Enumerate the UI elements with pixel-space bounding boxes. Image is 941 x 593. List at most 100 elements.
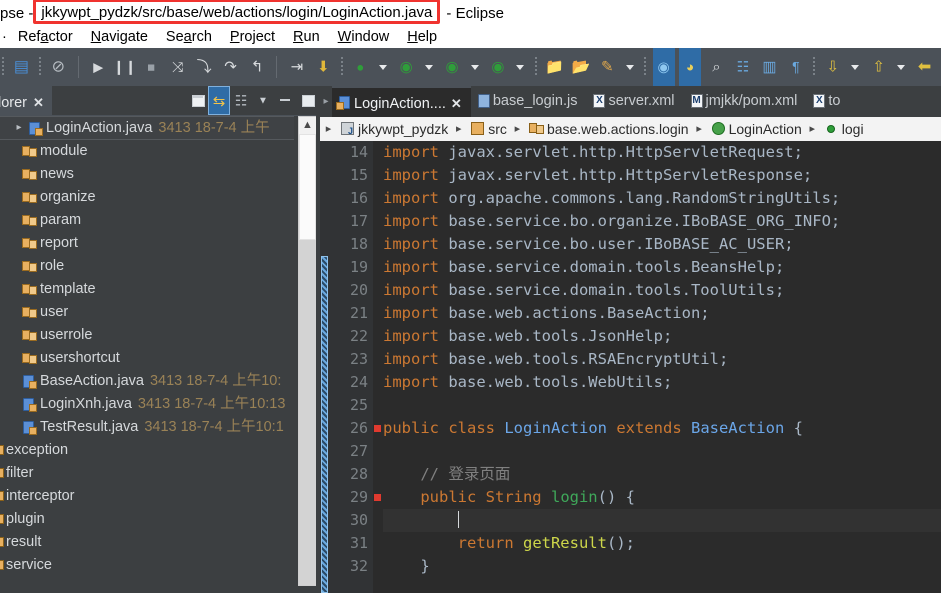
step-over-icon[interactable]: ↷ — [220, 48, 242, 86]
editor-tab[interactable]: to — [806, 86, 849, 117]
toolbar-grip[interactable] — [37, 48, 43, 86]
breadcrumb-item[interactable]: jkkywpt_pydzk — [337, 117, 450, 141]
open-type-icon[interactable]: ▥ — [758, 48, 780, 86]
breadcrumb-item[interactable]: logi — [821, 117, 866, 141]
coverage-icon[interactable]: ◉ — [487, 48, 509, 86]
maximize-button[interactable] — [296, 86, 318, 115]
code-line[interactable]: import base.service.bo.user.IBoBASE_AC_U… — [383, 233, 941, 256]
code-line[interactable]: import base.web.tools.JsonHelp; — [383, 325, 941, 348]
tree-item[interactable]: TestResult.java 3413 18-7-4 上午10:1 — [0, 416, 294, 439]
tree-item[interactable]: LoginXnh.java 3413 18-7-4 上午10:13 — [0, 393, 294, 416]
tree-item[interactable]: report — [0, 232, 294, 255]
menu-item-window[interactable]: Window — [329, 27, 399, 48]
tree-item[interactable]: filter — [0, 462, 294, 485]
minimize-button[interactable] — [274, 86, 296, 115]
code-editor[interactable]: 14 15 16 17 18 19 20 21 22 23 24 25 26 27 28 29 30 31 32 i… — [320, 141, 941, 593]
toggle-breakpoint-icon[interactable]: ⬇ — [312, 48, 334, 86]
disconnect-icon[interactable]: ⤨ — [167, 48, 189, 86]
override-marker-icon[interactable] — [374, 494, 381, 501]
folding-bar[interactable] — [320, 141, 329, 593]
toolbar-grip[interactable] — [339, 48, 345, 86]
chevron-down-icon[interactable] — [422, 48, 437, 86]
editor-tab[interactable]: server.xml — [586, 86, 683, 117]
search-icon[interactable]: ⌕ — [706, 48, 728, 86]
breadcrumb[interactable]: ▸ jkkywpt_pydzk ▸ src ▸ base.web.actions.logi… — [320, 117, 941, 141]
code-line[interactable] — [383, 440, 941, 463]
view-menu-chevron-icon[interactable]: ▼ — [252, 86, 274, 115]
skip-breakpoints-icon[interactable]: ● — [349, 48, 371, 86]
back-history-icon[interactable]: ⬅ — [914, 48, 936, 86]
tree-item[interactable]: exception — [0, 439, 294, 462]
previous-annotation-icon[interactable]: ⇧ — [868, 48, 890, 86]
code-line[interactable]: public String login() { — [383, 486, 941, 509]
java-perspective-icon[interactable]: ◉ — [652, 48, 675, 86]
menu-item-search[interactable]: Search — [157, 27, 221, 48]
run-icon[interactable]: ◉ — [395, 48, 417, 86]
open-folder-icon[interactable]: 📂 — [570, 48, 592, 86]
tree-item[interactable]: ▸ LoginAction.java 3413 18-7-4 上午 — [0, 116, 294, 140]
breadcrumb-item[interactable]: LoginAction — [708, 117, 804, 141]
menu-item-help[interactable]: Help — [398, 27, 446, 48]
code-line[interactable]: import base.web.tools.RSAEncryptUtil; — [383, 348, 941, 371]
menu-item-refactor[interactable]: Refactor — [9, 27, 82, 48]
save-all-icon[interactable]: ⊘ — [47, 48, 69, 86]
tree-item[interactable]: param — [0, 209, 294, 232]
editor-tab[interactable]: jmjkk/pom.xml — [684, 86, 807, 117]
new-wizard-icon[interactable]: ✎ — [596, 48, 618, 86]
chevron-down-icon[interactable] — [376, 48, 391, 86]
scroll-up-icon[interactable]: ▲ — [299, 117, 316, 134]
marker-bar[interactable] — [373, 141, 383, 593]
code-line[interactable]: } — [383, 555, 941, 578]
menu-item-clipped[interactable]: · — [0, 27, 9, 48]
toolbar-grip[interactable] — [642, 48, 648, 86]
scrollbar-track[interactable] — [299, 240, 316, 585]
code-line[interactable]: import base.service.domain.tools.BeansHe… — [383, 256, 941, 279]
code-line[interactable]: import javax.servlet.http.HttpServletRes… — [383, 164, 941, 187]
code-lines[interactable]: import javax.servlet.http.HttpServletReq… — [383, 141, 941, 593]
code-line[interactable]: import org.apache.commons.lang.RandomStr… — [383, 187, 941, 210]
tree-item[interactable]: module — [0, 140, 294, 163]
build-all-icon[interactable]: ⇥ — [286, 48, 308, 86]
tab-package-explorer[interactable]: lorer ✕ — [0, 86, 52, 117]
tree-item[interactable]: userrole — [0, 324, 294, 347]
next-annotation-icon[interactable]: ⇩ — [822, 48, 844, 86]
tree-item[interactable]: BaseAction.java 3413 18-7-4 上午10: — [0, 370, 294, 393]
tree-item[interactable]: role — [0, 255, 294, 278]
menu-item-navigate[interactable]: Navigate — [82, 27, 157, 48]
close-icon[interactable]: ✕ — [33, 95, 44, 110]
code-line[interactable]: // 登录页面 — [383, 463, 941, 486]
step-into-icon[interactable]: ⤵ — [193, 48, 215, 86]
code-line[interactable] — [383, 394, 941, 417]
code-line[interactable]: import base.service.bo.organize.IBoBASE_… — [383, 210, 941, 233]
tree-item[interactable]: plugin — [0, 508, 294, 531]
link-with-editor-icon[interactable]: ⇆ — [208, 86, 230, 115]
override-marker-icon[interactable] — [374, 425, 381, 432]
tree-item[interactable]: template — [0, 278, 294, 301]
editor-tab[interactable]: LoginAction.... ✕ — [332, 86, 471, 117]
last-edit-location-icon[interactable]: ¶ — [785, 48, 807, 86]
expand-arrow-icon[interactable]: ▸ — [12, 117, 26, 139]
chevron-down-icon[interactable] — [468, 48, 483, 86]
tree-item[interactable]: user — [0, 301, 294, 324]
new-java-project-icon[interactable]: 📁 — [543, 48, 565, 86]
breadcrumb-item[interactable]: base.web.actions.login — [526, 117, 691, 141]
chevron-down-icon[interactable] — [623, 48, 638, 86]
breadcrumb-lead-arrow[interactable]: ▸ — [320, 117, 337, 141]
toolbar-grip[interactable] — [811, 48, 817, 86]
explorer-scrollbar[interactable]: ▲ — [298, 116, 317, 586]
tab-scroll-chevron-icon[interactable]: ▸ — [320, 86, 332, 117]
tree-item[interactable]: result — [0, 531, 294, 554]
save-icon[interactable]: ▤ — [10, 48, 32, 86]
code-line[interactable]: import base.web.tools.WebUtils; — [383, 371, 941, 394]
tree-item[interactable]: usershortcut — [0, 347, 294, 370]
view-menu-icon[interactable]: ☷ — [230, 86, 252, 115]
code-line[interactable]: import base.web.actions.BaseAction; — [383, 302, 941, 325]
menu-item-run[interactable]: Run — [284, 27, 329, 48]
menu-item-project[interactable]: Project — [221, 27, 284, 48]
javascript-perspective-icon[interactable]: ◕ — [679, 48, 702, 86]
close-icon[interactable]: ✕ — [451, 96, 462, 111]
debug-icon[interactable]: ◉ — [441, 48, 463, 86]
toolbar-grip[interactable] — [533, 48, 539, 86]
tree-item[interactable]: interceptor — [0, 485, 294, 508]
tree-item[interactable]: service — [0, 554, 294, 577]
